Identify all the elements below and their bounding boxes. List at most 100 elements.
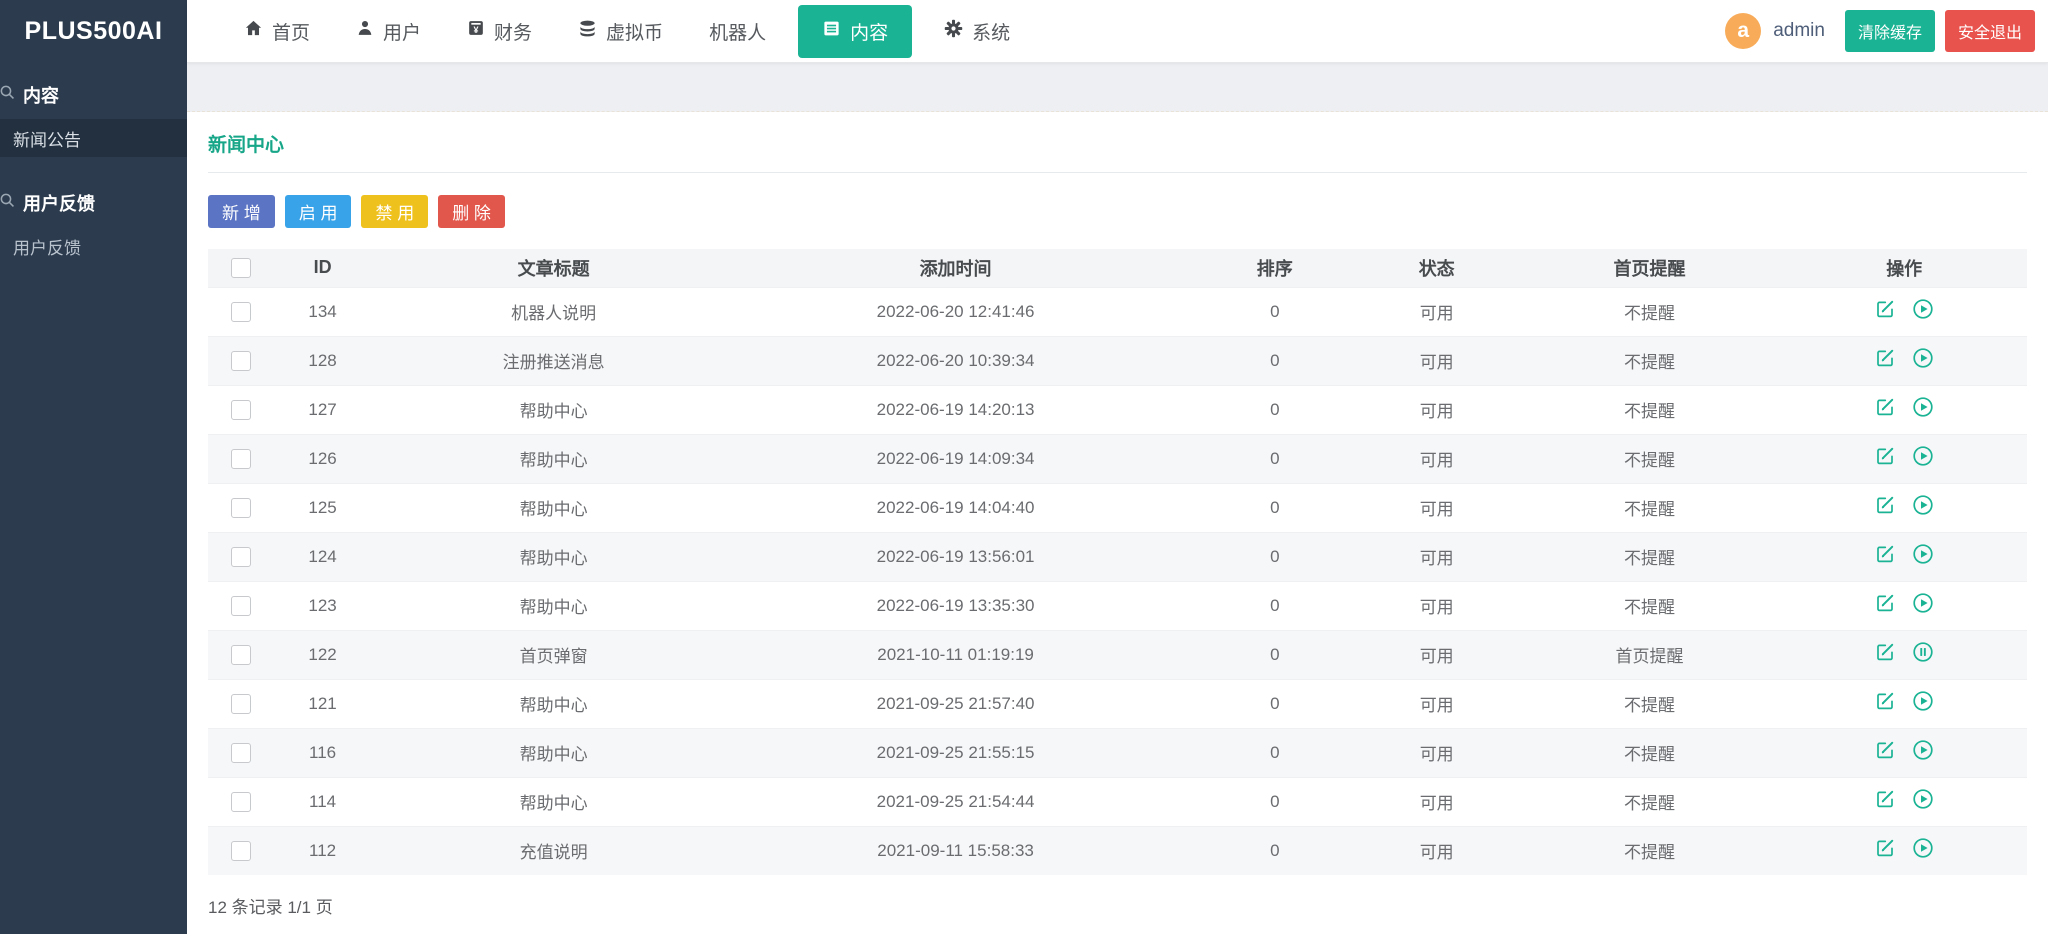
row-checkbox[interactable] (231, 498, 251, 518)
row-checkbox[interactable] (231, 596, 251, 616)
clear-cache-button[interactable]: 清除缓存 (1845, 10, 1935, 52)
sidebar-item-news-announcements[interactable]: 新闻公告 (0, 119, 187, 157)
play-icon[interactable] (1911, 395, 1935, 419)
play-icon[interactable] (1911, 591, 1935, 615)
column-header-remind: 首页提醒 (1518, 249, 1782, 287)
sidebar-item-user-feedback-section[interactable]: 用户反馈 (0, 179, 187, 227)
cell-status: 可用 (1356, 483, 1518, 532)
operations-group (1873, 836, 1935, 860)
cell-time: 2022-06-19 13:56:01 (717, 532, 1194, 581)
column-header-title: 文章标题 (390, 249, 717, 287)
cell-title: 机器人说明 (390, 287, 717, 336)
cell-sort: 0 (1194, 630, 1356, 679)
row-checkbox-cell (208, 483, 255, 532)
column-header-id: ID (255, 249, 390, 287)
select-all-checkbox[interactable] (231, 258, 251, 278)
row-checkbox[interactable] (231, 302, 251, 322)
play-icon[interactable] (1911, 493, 1935, 517)
cell-status: 可用 (1356, 385, 1518, 434)
edit-icon[interactable] (1873, 493, 1897, 517)
nav-item-finance[interactable]: ¥ 财务 (444, 0, 555, 63)
cell-time: 2022-06-20 12:41:46 (717, 287, 1194, 336)
cell-status: 可用 (1356, 679, 1518, 728)
edit-icon[interactable] (1873, 395, 1897, 419)
cell-sort: 0 (1194, 434, 1356, 483)
cell-title: 注册推送消息 (390, 336, 717, 385)
play-icon[interactable] (1911, 444, 1935, 468)
play-icon[interactable] (1911, 542, 1935, 566)
cell-title: 帮助中心 (390, 728, 717, 777)
edit-icon[interactable] (1873, 591, 1897, 615)
app-logo: PLUS500AI (0, 0, 187, 63)
row-checkbox[interactable] (231, 841, 251, 861)
cell-title: 帮助中心 (390, 581, 717, 630)
pause-icon[interactable] (1911, 640, 1935, 664)
edit-icon[interactable] (1873, 787, 1897, 811)
sidebar-item-user-feedback[interactable]: 用户反馈 (0, 227, 187, 265)
cell-id: 122 (255, 630, 390, 679)
play-icon[interactable] (1911, 787, 1935, 811)
cell-title: 首页弹窗 (390, 630, 717, 679)
edit-icon[interactable] (1873, 640, 1897, 664)
nav-item-crypto[interactable]: 虚拟币 (555, 0, 686, 63)
cell-status: 可用 (1356, 581, 1518, 630)
play-icon[interactable] (1911, 689, 1935, 713)
play-icon[interactable] (1911, 836, 1935, 860)
logout-button[interactable]: 安全退出 (1945, 10, 2035, 52)
table-row: 126帮助中心2022-06-19 14:09:340可用不提醒 (208, 434, 2027, 483)
cell-sort: 0 (1194, 728, 1356, 777)
cell-time: 2021-10-11 01:19:19 (717, 630, 1194, 679)
cell-time: 2021-09-25 21:57:40 (717, 679, 1194, 728)
navbar-right-cluster: a admin 清除缓存 安全退出 (1725, 10, 2035, 52)
row-checkbox[interactable] (231, 351, 251, 371)
top-navbar: 首页 用户 ¥ 财务 虚拟币 机器人 (187, 0, 2048, 63)
cell-sort: 0 (1194, 777, 1356, 826)
cell-remind: 不提醒 (1518, 287, 1782, 336)
play-icon[interactable] (1911, 738, 1935, 762)
cell-operations (1781, 336, 2027, 385)
cell-sort: 0 (1194, 287, 1356, 336)
edit-icon[interactable] (1873, 738, 1897, 762)
play-icon[interactable] (1911, 346, 1935, 370)
table-row: 121帮助中心2021-09-25 21:57:400可用不提醒 (208, 679, 2027, 728)
row-checkbox-cell (208, 581, 255, 630)
edit-icon[interactable] (1873, 346, 1897, 370)
nav-item-system[interactable]: 系统 (921, 0, 1033, 63)
operations-group (1873, 493, 1935, 517)
gear-icon (944, 19, 963, 44)
svg-text:¥: ¥ (474, 25, 479, 35)
row-checkbox[interactable] (231, 400, 251, 420)
enable-button[interactable]: 启 用 (285, 195, 352, 228)
row-checkbox[interactable] (231, 743, 251, 763)
edit-icon[interactable] (1873, 297, 1897, 321)
nav-item-users[interactable]: 用户 (333, 0, 444, 63)
edit-icon[interactable] (1873, 689, 1897, 713)
edit-icon[interactable] (1873, 836, 1897, 860)
sidebar-item-content[interactable]: 内容 (0, 71, 187, 119)
nav-item-home[interactable]: 首页 (221, 0, 333, 63)
table-row: 124帮助中心2022-06-19 13:56:010可用不提醒 (208, 532, 2027, 581)
avatar[interactable]: a (1725, 13, 1761, 49)
disable-button[interactable]: 禁 用 (361, 195, 428, 228)
cell-title: 帮助中心 (390, 483, 717, 532)
nav-item-content[interactable]: 内容 (798, 5, 912, 58)
row-checkbox[interactable] (231, 449, 251, 469)
edit-icon[interactable] (1873, 444, 1897, 468)
content-top-band (187, 63, 2048, 112)
delete-button[interactable]: 删 除 (438, 195, 505, 228)
play-icon[interactable] (1911, 297, 1935, 321)
row-checkbox[interactable] (231, 645, 251, 665)
operations-group (1873, 591, 1935, 615)
operations-group (1873, 346, 1935, 370)
cell-sort: 0 (1194, 483, 1356, 532)
record-count: 12 条记录 1/1 页 (208, 893, 2027, 934)
row-checkbox[interactable] (231, 547, 251, 567)
nav-item-robots[interactable]: 机器人 (686, 0, 789, 63)
sidebar-section-label: 用户反馈 (23, 190, 95, 216)
row-checkbox[interactable] (231, 792, 251, 812)
edit-icon[interactable] (1873, 542, 1897, 566)
cell-id: 128 (255, 336, 390, 385)
add-button[interactable]: 新 增 (208, 195, 275, 228)
row-checkbox[interactable] (231, 694, 251, 714)
cell-remind: 不提醒 (1518, 777, 1782, 826)
